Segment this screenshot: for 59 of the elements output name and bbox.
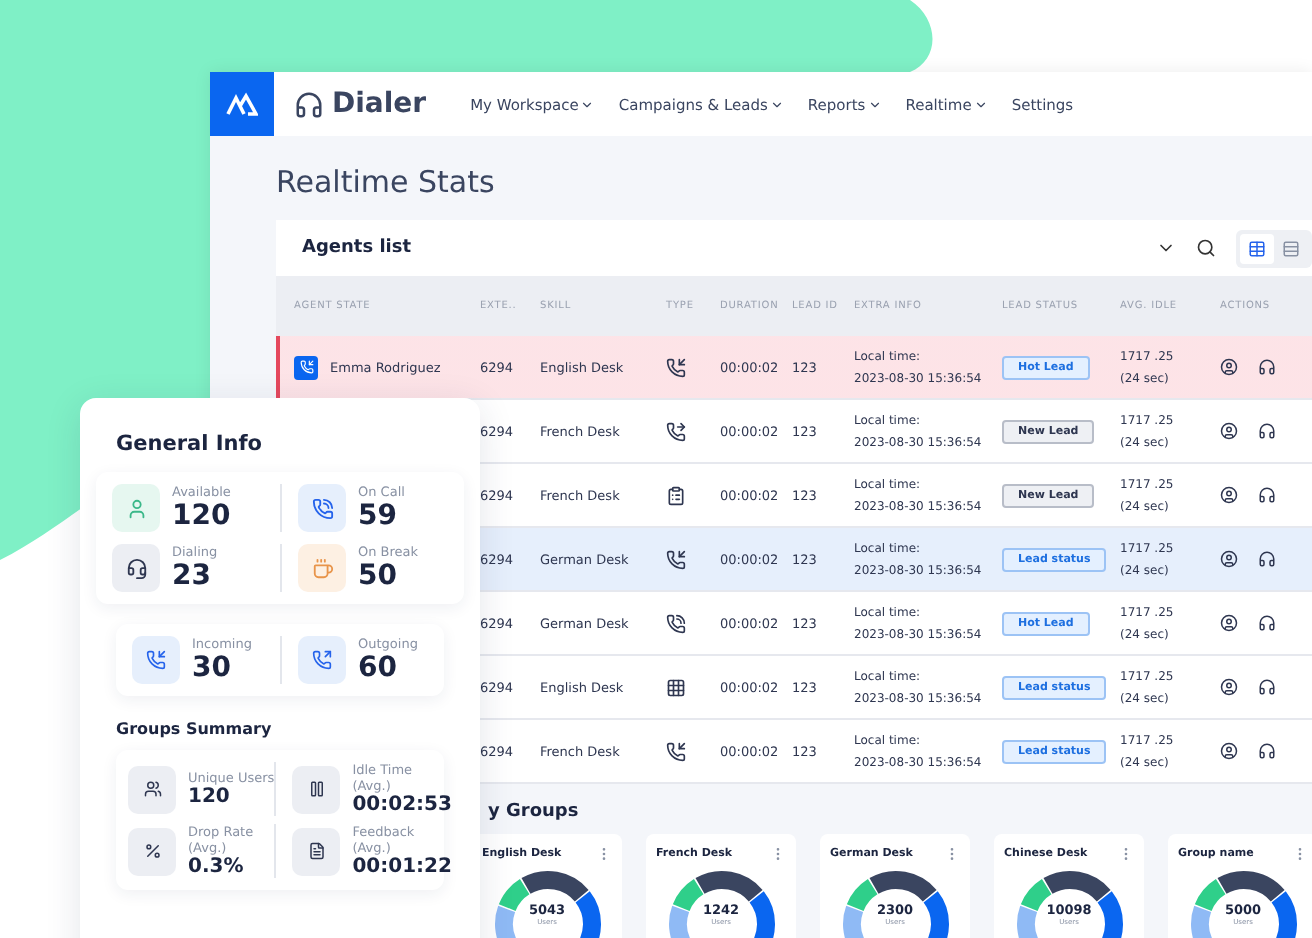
stat-value: 120 — [172, 500, 231, 532]
phone-icon — [666, 614, 686, 634]
user-profile-icon[interactable] — [1220, 358, 1238, 376]
percent-icon — [143, 842, 161, 860]
stat-value: 30 — [192, 652, 233, 684]
user-icon — [125, 497, 147, 519]
chevron-down-icon — [973, 97, 988, 111]
stat-value: 23 — [172, 560, 213, 592]
dialpad-icon — [666, 678, 686, 698]
user-profile-icon[interactable] — [1220, 550, 1238, 568]
search-icon — [1196, 238, 1216, 258]
user-profile-icon[interactable] — [1220, 486, 1238, 504]
table-view-icon — [1248, 239, 1266, 257]
headset-icon — [125, 557, 147, 579]
headphones-icon[interactable] — [1258, 614, 1276, 632]
chevron-down-icon — [867, 97, 882, 111]
document-icon — [307, 842, 326, 860]
view-button[interactable] — [1240, 233, 1274, 263]
headphones-icon[interactable] — [1258, 486, 1276, 504]
list-view-icon — [1282, 239, 1300, 257]
stat-value: 120 — [188, 786, 232, 808]
card-title: Agents list — [302, 238, 414, 258]
chevron-down-icon — [580, 97, 595, 111]
agent-avatar-icon — [294, 355, 318, 379]
user-profile-icon[interactable] — [1220, 614, 1238, 632]
section-title: Groups Summary — [116, 720, 274, 738]
phone-incoming-icon — [666, 550, 686, 570]
user-profile-icon[interactable] — [1220, 678, 1238, 696]
phone-icon — [311, 497, 333, 519]
headphones-icon[interactable] — [1258, 742, 1276, 760]
phone-outgoing-icon — [312, 650, 332, 670]
headphones-icon[interactable] — [1258, 358, 1276, 376]
pause-icon — [307, 780, 326, 798]
headphones-icon[interactable] — [1258, 422, 1276, 440]
headphones-icon[interactable] — [1258, 678, 1276, 696]
stat-value: 50 — [358, 560, 399, 592]
phone-incoming-icon — [666, 358, 686, 378]
stat-value: 0.3% — [188, 856, 246, 878]
stat-value: 59 — [358, 500, 399, 532]
users-icon — [143, 780, 161, 798]
stat-value: 60 — [358, 652, 399, 684]
app-name: Dialer — [332, 88, 427, 120]
coffee-cup-icon — [311, 557, 333, 579]
phone-incoming-icon — [146, 650, 166, 670]
headphones-icon[interactable] — [1258, 550, 1276, 568]
headphones-icon — [294, 89, 324, 119]
stat-value: 00:02:53 — [352, 794, 452, 816]
page-title: Realtime Stats — [276, 164, 497, 200]
search-button[interactable] — [1196, 238, 1216, 258]
user-profile-icon[interactable] — [1220, 742, 1238, 760]
user-profile-icon[interactable] — [1220, 422, 1238, 440]
chevron-down-icon — [769, 97, 784, 111]
clipboard-icon — [666, 486, 686, 506]
stat-value: 00:01:22 — [352, 856, 452, 878]
phone-incoming-icon — [666, 742, 686, 762]
section-title: y Groups — [488, 802, 581, 822]
logo-icon — [226, 92, 258, 116]
panel-title: General Info — [116, 432, 265, 456]
phone-forward-icon — [666, 422, 686, 442]
